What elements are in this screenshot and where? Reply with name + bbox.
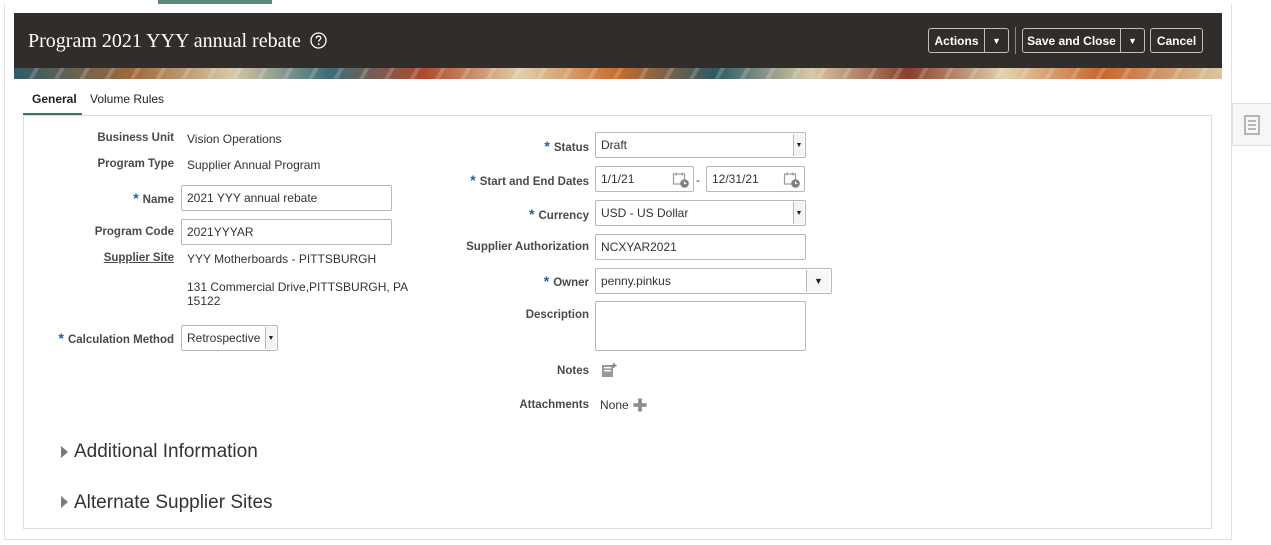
required-marker: * xyxy=(544,138,550,154)
save-and-close-label: Save and Close xyxy=(1027,33,1116,48)
save-and-close-button[interactable]: Save and Close ▼ xyxy=(1022,28,1145,53)
supplier-authorization-label: Supplier Authorization xyxy=(466,241,589,253)
actions-label: Actions xyxy=(934,33,979,48)
decorative-banner xyxy=(14,68,1222,79)
name-input[interactable]: 2021 YYY annual rebate xyxy=(181,185,392,211)
alternate-supplier-sites-header[interactable]: Alternate Supplier Sites xyxy=(74,492,273,514)
currency-label: * Currency xyxy=(529,206,589,222)
date-separator: - xyxy=(696,173,700,187)
end-date-input[interactable]: 12/31/21 xyxy=(706,166,805,192)
owner-combobox[interactable]: penny.pinkus ▼ xyxy=(595,268,832,294)
program-code-input[interactable]: 2021YYYAR xyxy=(181,219,392,245)
toolbar-separator xyxy=(1015,27,1016,54)
supplier-site-address-line2: 15122 xyxy=(187,294,221,308)
description-textarea[interactable] xyxy=(595,301,806,351)
calculation-method-select[interactable]: Retrospective ▼ xyxy=(181,325,278,351)
start-date-input[interactable]: 1/1/21 xyxy=(595,166,694,192)
name-label: * Name xyxy=(133,190,174,206)
supplier-site-link[interactable]: Supplier Site xyxy=(104,252,174,264)
calculation-method-value: Retrospective xyxy=(187,331,261,345)
supplier-site-address-line1: 131 Commercial Drive,PITTSBURGH, PA xyxy=(187,280,409,294)
attachments-value: None xyxy=(600,398,629,412)
required-marker: * xyxy=(543,273,550,289)
actions-menu-button[interactable]: Actions ▼ xyxy=(928,28,1009,53)
add-note-icon[interactable] xyxy=(601,362,618,382)
required-marker: * xyxy=(470,172,476,188)
end-date-value: 12/31/21 xyxy=(712,172,759,186)
status-label: * Status xyxy=(544,138,589,154)
cancel-button[interactable]: Cancel xyxy=(1150,28,1203,53)
side-panel-toggle[interactable] xyxy=(1232,103,1271,146)
notes-label: Notes xyxy=(557,365,589,377)
business-unit-value: Vision Operations xyxy=(187,132,282,146)
page-header: Program 2021 YYY annual rebate Actions ▼… xyxy=(14,13,1222,68)
tab-general[interactable]: General xyxy=(32,92,77,106)
required-marker: * xyxy=(133,190,139,206)
top-accent-bar xyxy=(158,0,272,4)
program-type-label: Program Type xyxy=(97,158,174,170)
chevron-down-icon[interactable]: ▼ xyxy=(806,270,830,292)
help-icon[interactable] xyxy=(310,32,327,52)
description-label: Description xyxy=(525,309,589,321)
status-select[interactable]: Draft ▼ xyxy=(595,132,806,158)
start-end-dates-label: * Start and End Dates xyxy=(470,172,589,188)
program-code-label: Program Code xyxy=(94,226,174,238)
business-unit-label: Business Unit xyxy=(97,132,174,144)
add-attachment-icon[interactable] xyxy=(633,398,647,415)
supplier-authorization-input[interactable]: NCXYAR2021 xyxy=(595,234,806,260)
chevron-down-icon[interactable]: ▼ xyxy=(1120,29,1144,52)
currency-value: USD - US Dollar xyxy=(601,206,689,220)
chevron-down-icon[interactable]: ▼ xyxy=(265,327,276,349)
owner-value: penny.pinkus xyxy=(601,274,671,288)
owner-label: * Owner xyxy=(543,273,589,289)
expand-alternate-supplier-sites-icon[interactable] xyxy=(61,496,68,508)
supplier-site-value: YYY Motherboards - PITTSBURGH xyxy=(187,252,377,266)
program-type-value: Supplier Annual Program xyxy=(187,158,321,172)
chevron-down-icon[interactable]: ▼ xyxy=(984,29,1008,52)
chevron-down-icon[interactable]: ▼ xyxy=(793,202,804,224)
start-date-value: 1/1/21 xyxy=(601,172,635,186)
document-icon xyxy=(1244,114,1260,135)
calculation-method-label: * Calculation Method xyxy=(58,330,174,346)
expand-additional-information-icon[interactable] xyxy=(61,446,68,458)
calendar-icon xyxy=(672,172,689,188)
additional-information-header[interactable]: Additional Information xyxy=(74,441,258,463)
status-value: Draft xyxy=(601,138,628,152)
required-marker: * xyxy=(58,330,64,346)
chevron-down-icon[interactable]: ▼ xyxy=(793,134,804,156)
calendar-icon xyxy=(783,172,800,188)
tab-volume-rules[interactable]: Volume Rules xyxy=(90,92,164,106)
required-marker: * xyxy=(529,206,535,222)
currency-select[interactable]: USD - US Dollar ▼ xyxy=(595,200,806,226)
attachments-label: Attachments xyxy=(519,399,589,411)
page-title: Program 2021 YYY annual rebate xyxy=(28,30,301,52)
